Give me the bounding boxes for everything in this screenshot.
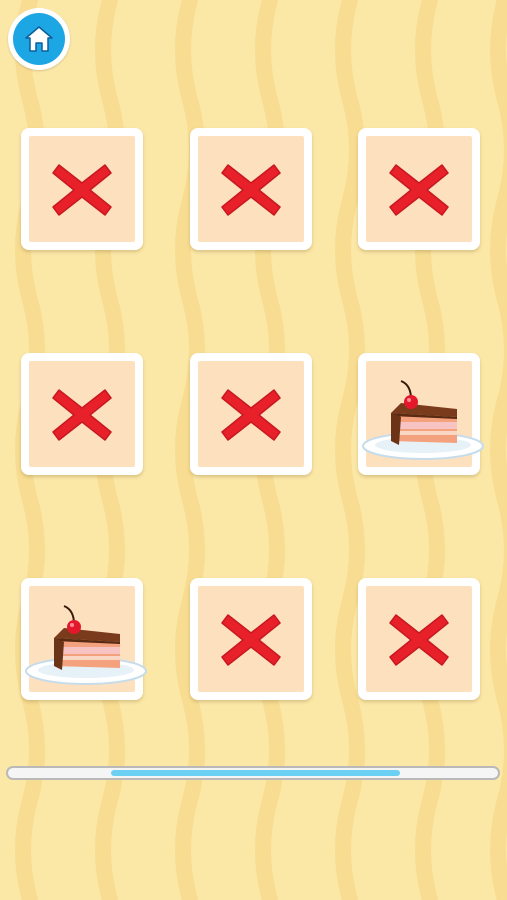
card-face <box>29 136 135 242</box>
memory-card[interactable] <box>358 353 484 475</box>
home-button[interactable] <box>8 8 70 70</box>
cake-icon <box>362 380 484 460</box>
memory-card[interactable] <box>358 128 480 250</box>
card-face <box>362 361 484 467</box>
progress-fill <box>110 770 400 776</box>
cross-icon <box>389 164 449 216</box>
cross-icon <box>221 389 281 441</box>
card-face <box>366 136 472 242</box>
cross-icon <box>221 164 281 216</box>
memory-card[interactable] <box>358 578 480 700</box>
memory-card[interactable] <box>190 353 312 475</box>
card-face <box>29 361 135 467</box>
memory-card[interactable] <box>21 353 143 475</box>
cake-icon <box>25 605 147 685</box>
cross-icon <box>52 389 112 441</box>
card-face <box>366 586 472 692</box>
memory-card[interactable] <box>190 578 312 700</box>
cross-icon <box>221 614 281 666</box>
cross-icon <box>389 614 449 666</box>
progress-bar <box>6 766 500 780</box>
card-face <box>198 586 304 692</box>
memory-card[interactable] <box>21 578 147 700</box>
card-face <box>198 136 304 242</box>
home-icon <box>25 26 53 52</box>
card-face <box>25 586 147 692</box>
cross-icon <box>52 164 112 216</box>
card-face <box>198 361 304 467</box>
memory-card[interactable] <box>190 128 312 250</box>
memory-card[interactable] <box>21 128 143 250</box>
